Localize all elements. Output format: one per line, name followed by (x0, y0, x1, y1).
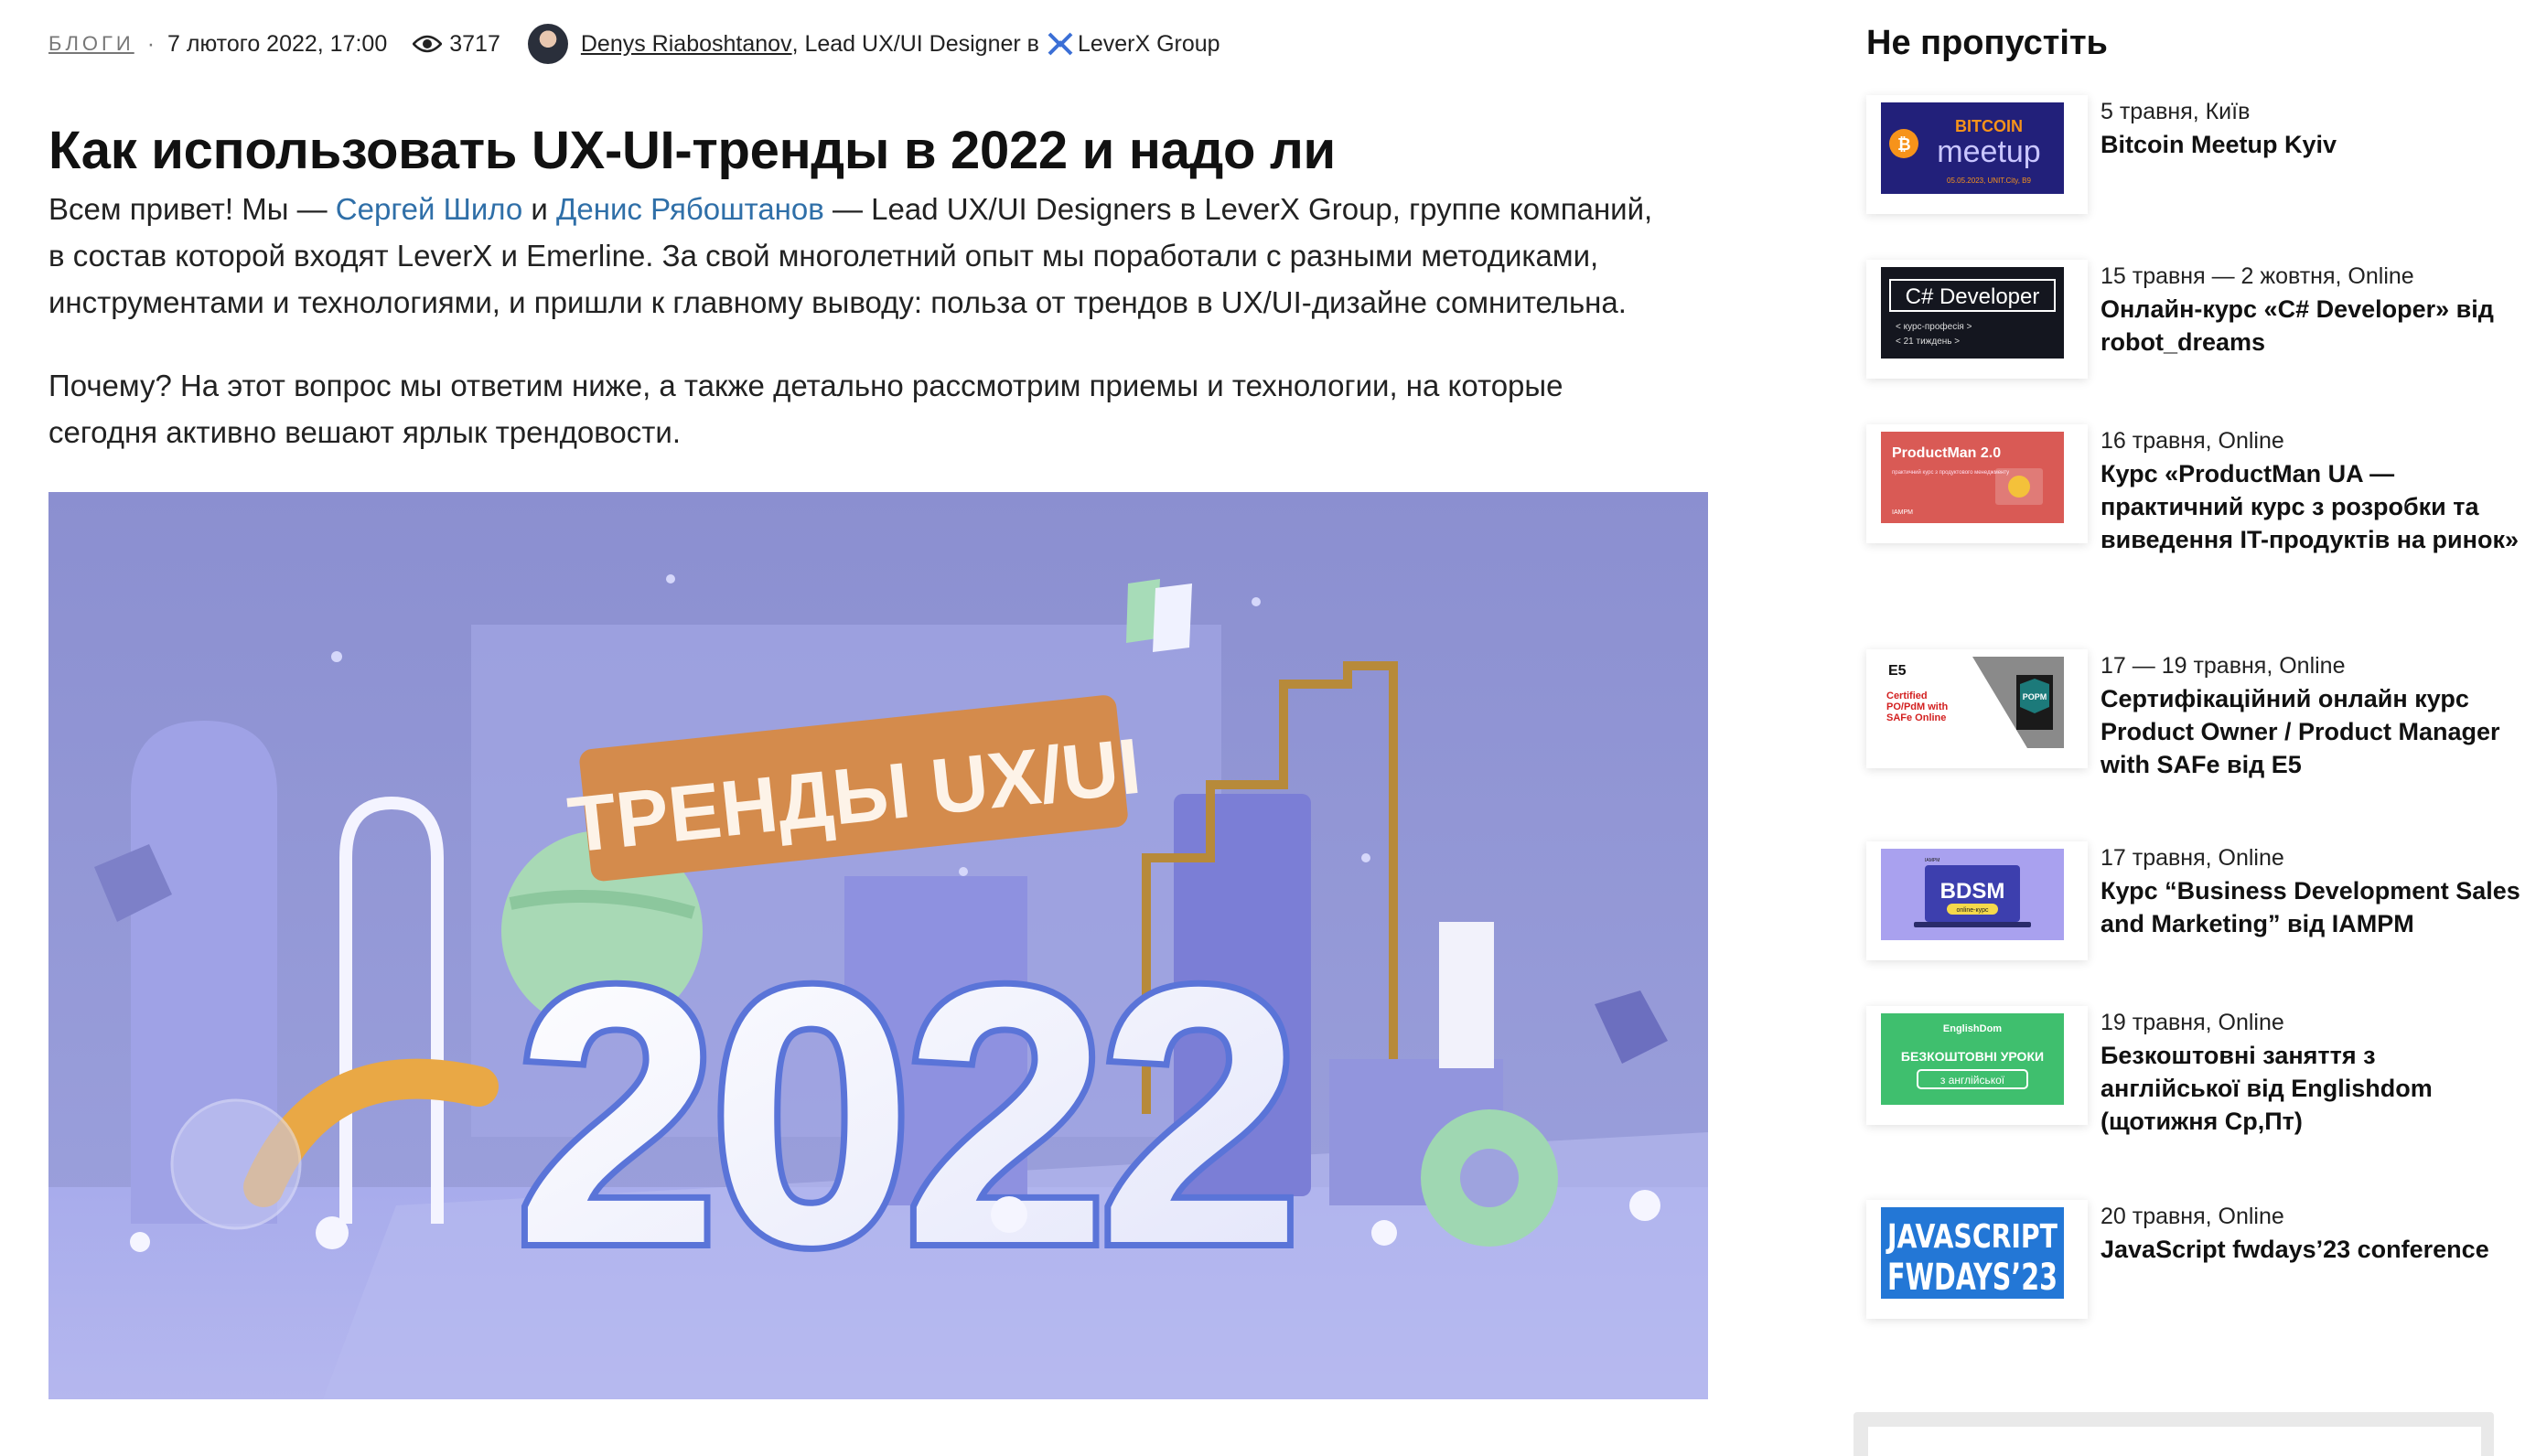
event-thumb: ₿ BITCOIN meetup 05.05.2023, UNIT.City, … (1881, 102, 2064, 194)
author-link[interactable]: Denys Riaboshtanov (581, 31, 792, 58)
svg-text:практичний курс з продуктового: практичний курс з продуктового менеджмен… (1892, 469, 2009, 476)
svg-text:< курс-професія >: < курс-професія > (1896, 321, 1972, 332)
paragraph-text: сегодня активно вешают ярлык трендовости… (48, 415, 682, 449)
intro-text: — Lead UX/UI Designers в LeverX Group, г… (823, 192, 1653, 226)
event-title[interactable]: Курс «ProductMan UA — практичний курс з … (2101, 457, 2521, 556)
svg-text:05.05.2023, UNIT.City, B9: 05.05.2023, UNIT.City, B9 (1947, 177, 2031, 185)
author-link-riaboshtanov[interactable]: Денис Рябоштанов (556, 192, 824, 226)
company-logo-icon (1048, 32, 1073, 56)
intro-text: Всем привет! Мы — (48, 192, 336, 226)
event-thumb: JAVASCRIPT FWDAYS’23 (1881, 1207, 2064, 1299)
svg-text:₿: ₿ (1897, 135, 1911, 154)
event-thumb-frame: JAVASCRIPT FWDAYS’23 (1866, 1200, 2088, 1319)
svg-text:EnglishDom: EnglishDom (1943, 1023, 2002, 1034)
views-counter: 3717 (413, 31, 500, 58)
article-title: Как использовать UX-UI-тренды в 2022 и н… (48, 120, 1336, 180)
meta-separator: · (146, 30, 156, 57)
hero-year: 2022 (515, 911, 1293, 1320)
event-title[interactable]: Сертифікаційний онлайн курс Product Owne… (2101, 682, 2521, 781)
event-item[interactable]: C# Developer < курс-професія > < 21 тижд… (1866, 260, 2525, 406)
svg-text:BITCOIN: BITCOIN (1955, 117, 2023, 135)
event-date: 5 травня, Київ (2101, 99, 2251, 124)
event-thumb-frame: E5 Certified PO/PdM with SAFe Online POP… (1866, 649, 2088, 768)
svg-text:PO/PdM with: PO/PdM with (1886, 701, 1949, 712)
svg-text:BDSM: BDSM (1940, 879, 2005, 904)
event-thumb-frame: ProductMan 2.0 практичний курс з продукт… (1866, 424, 2088, 543)
svg-text:з англійської: з англійської (1940, 1074, 2005, 1087)
event-date: 17 травня, Online (2101, 845, 2284, 871)
event-date: 17 — 19 травня, Online (2101, 653, 2346, 679)
svg-text:POPM: POPM (2023, 692, 2047, 701)
author-role: , Lead UX/UI Designer в (791, 30, 1039, 57)
event-title[interactable]: Онлайн-курс «C# Developer» від robot_dre… (2101, 293, 2521, 359)
intro-text: инструментами и технологиями, и пришли к… (48, 285, 1627, 319)
svg-text:meetup: meetup (1937, 134, 2040, 169)
intro-text: и (522, 192, 557, 226)
event-item[interactable]: JAVASCRIPT FWDAYS’23 20 травня, Online J… (1866, 1200, 2525, 1346)
svg-text:< 21 тиждень >: < 21 тиждень > (1896, 337, 1960, 347)
intro-paragraph: Всем привет! Мы — Сергей Шило и Денис Ря… (48, 186, 1723, 326)
category-link[interactable]: БЛОГИ (48, 32, 134, 56)
event-item[interactable]: IAMPM BDSM online-курс 17 травня, Online… (1866, 841, 2525, 988)
event-date: 15 травня — 2 жовтня, Online (2101, 263, 2414, 289)
svg-text:ProductMan 2.0: ProductMan 2.0 (1892, 445, 2001, 461)
event-date: 19 травня, Online (2101, 1010, 2284, 1035)
event-thumb-frame: ₿ BITCOIN meetup 05.05.2023, UNIT.City, … (1866, 95, 2088, 214)
event-thumb-frame: IAMPM BDSM online-курс (1866, 841, 2088, 960)
event-thumb: ProductMan 2.0 практичний курс з продукт… (1881, 432, 2064, 523)
event-date: 20 травня, Online (2101, 1204, 2284, 1229)
event-item[interactable]: E5 Certified PO/PdM with SAFe Online POP… (1866, 649, 2525, 814)
publish-date: 7 лютого 2022, 17:00 (167, 30, 388, 57)
hero-image: ТРЕНДЫ UX/UI 2022 (48, 492, 1708, 1399)
eye-icon (413, 35, 443, 53)
svg-text:IAMPM: IAMPM (1925, 858, 1939, 863)
event-title[interactable]: Курс “Business Development Sales and Mar… (2101, 874, 2521, 940)
svg-text:C# Developer: C# Developer (1906, 284, 2040, 309)
event-thumb: IAMPM BDSM online-курс (1881, 849, 2064, 940)
article-meta: БЛОГИ · 7 лютого 2022, 17:00 3717 Denys … (48, 24, 1220, 64)
second-paragraph: Почему? На этот вопрос мы ответим ниже, … (48, 362, 1723, 455)
event-thumb: C# Developer < курс-професія > < 21 тижд… (1881, 267, 2064, 359)
event-item[interactable]: ProductMan 2.0 практичний курс з продукт… (1866, 424, 2525, 607)
event-title[interactable]: Безкоштовні заняття з англійської від En… (2101, 1039, 2521, 1138)
event-item[interactable]: EnglishDom БЕЗКОШТОВНІ УРОКИ з англійськ… (1866, 1006, 2525, 1171)
author-avatar[interactable] (527, 24, 568, 64)
event-date: 16 травня, Online (2101, 428, 2284, 454)
svg-text:JAVASCRIPT: JAVASCRIPT (1886, 1218, 2058, 1256)
svg-text:online-курс: online-курс (1957, 907, 1989, 914)
svg-text:SAFe Online: SAFe Online (1886, 712, 1946, 723)
event-title[interactable]: Bitcoin Meetup Kyiv (2101, 128, 2521, 161)
svg-text:E5: E5 (1888, 663, 1907, 679)
sidebar: Не пропустіть ₿ BITCOIN meetup 05.05.202… (1778, 0, 2525, 1456)
event-thumb: EnglishDom БЕЗКОШТОВНІ УРОКИ з англійськ… (1881, 1013, 2064, 1105)
svg-text:БЕЗКОШТОВНІ УРОКИ: БЕЗКОШТОВНІ УРОКИ (1901, 1049, 2044, 1064)
event-thumb-frame: C# Developer < курс-професія > < 21 тижд… (1866, 260, 2088, 379)
event-title[interactable]: JavaScript fwdays’23 conference (2101, 1233, 2521, 1266)
event-item[interactable]: ₿ BITCOIN meetup 05.05.2023, UNIT.City, … (1866, 95, 2525, 241)
svg-text:FWDAYS’23: FWDAYS’23 (1887, 1257, 2058, 1299)
intro-text: в состав которой входят LeverX и Emerlin… (48, 239, 1599, 273)
sidebar-widget-input[interactable] (1868, 1427, 2481, 1456)
views-count: 3717 (449, 30, 500, 57)
paragraph-text: Почему? На этот вопрос мы ответим ниже, … (48, 369, 1563, 402)
svg-text:Certified: Certified (1886, 691, 1928, 701)
svg-text:IAMPM: IAMPM (1892, 509, 1913, 516)
event-thumb: E5 Certified PO/PdM with SAFe Online POP… (1881, 657, 2064, 748)
company-link[interactable]: LeverX Group (1078, 31, 1220, 58)
event-thumb-frame: EnglishDom БЕЗКОШТОВНІ УРОКИ з англійськ… (1866, 1006, 2088, 1125)
author-link-shylo[interactable]: Сергей Шило (336, 192, 522, 226)
sidebar-title: Не пропустіть (1866, 24, 2108, 62)
article-column: БЛОГИ · 7 лютого 2022, 17:00 3717 Denys … (0, 0, 1778, 1456)
